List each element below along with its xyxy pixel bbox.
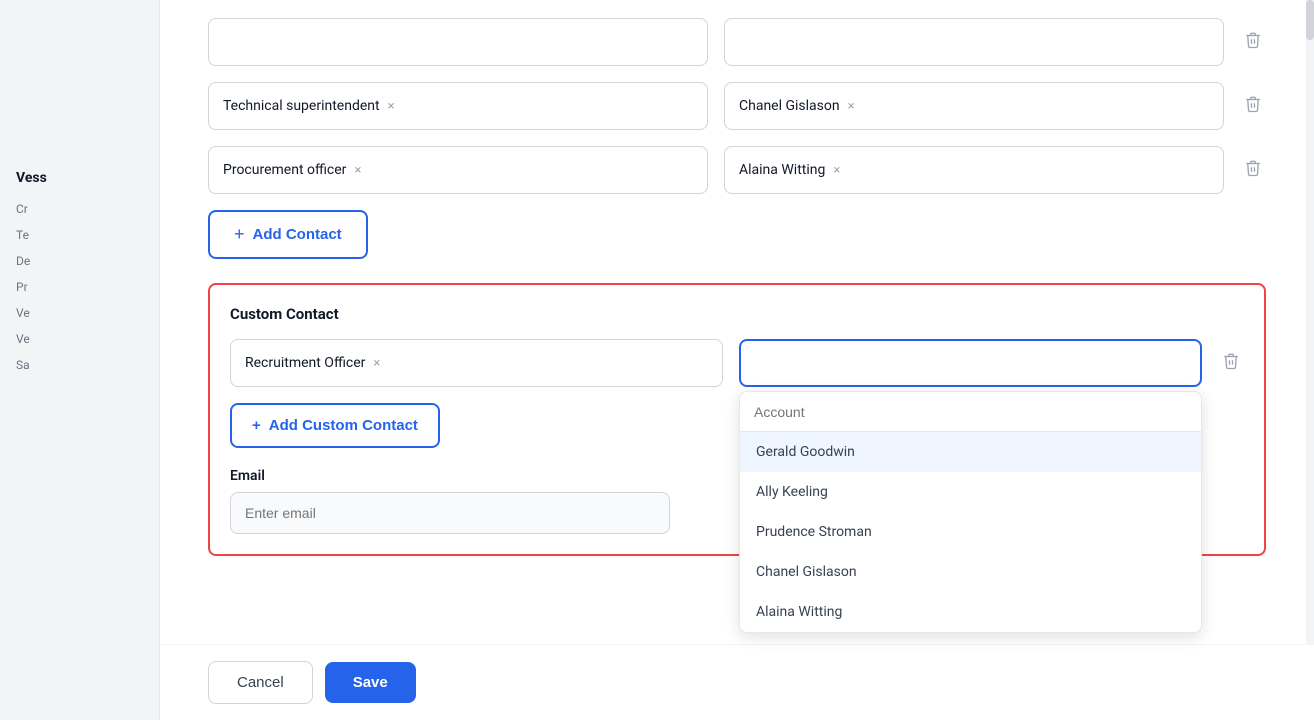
modal-footer: Cancel Save bbox=[160, 644, 1314, 720]
delete-button-custom[interactable] bbox=[1218, 348, 1244, 379]
add-contact-button[interactable]: + Add Contact bbox=[208, 210, 368, 259]
custom-role-remove[interactable]: × bbox=[373, 356, 380, 371]
name-input-procurement[interactable]: Alaina Witting × bbox=[724, 146, 1224, 194]
sidebar-item-de: De bbox=[0, 248, 159, 274]
sidebar-vessel-label: Vess bbox=[0, 160, 159, 196]
plus-icon: + bbox=[234, 224, 245, 245]
sidebar-item-ve1: Ve bbox=[0, 300, 159, 326]
role-remove-technical[interactable]: × bbox=[388, 99, 395, 114]
custom-role-tag: Recruitment Officer × bbox=[245, 355, 380, 371]
name-input-top[interactable] bbox=[724, 18, 1224, 66]
contact-row-top bbox=[208, 18, 1266, 66]
name-tag-technical: Chanel Gislason × bbox=[739, 98, 855, 114]
role-input-procurement[interactable]: Procurement officer × bbox=[208, 146, 708, 194]
save-button[interactable]: Save bbox=[325, 662, 416, 703]
custom-contact-row: Recruitment Officer × Gerald Goodwin All… bbox=[230, 339, 1244, 387]
contact-row-procurement: Procurement officer × Alaina Witting × bbox=[208, 146, 1266, 194]
contact-row-technical: Technical superintendent × Chanel Gislas… bbox=[208, 82, 1266, 130]
contact-dropdown-menu: Gerald Goodwin Ally Keeling Prudence Str… bbox=[739, 391, 1202, 633]
dropdown-search-container bbox=[740, 392, 1201, 432]
role-remove-procurement[interactable]: × bbox=[354, 163, 361, 178]
name-tag-procurement: Alaina Witting × bbox=[739, 162, 840, 178]
custom-contact-section: Custom Contact Recruitment Officer × bbox=[208, 283, 1266, 556]
role-input-top[interactable] bbox=[208, 18, 708, 66]
email-input[interactable] bbox=[230, 492, 670, 534]
add-contact-label: Add Contact bbox=[253, 226, 342, 243]
add-custom-contact-label: Add Custom Contact bbox=[269, 417, 418, 434]
name-remove-technical[interactable]: × bbox=[848, 99, 855, 114]
sidebar-item-sa: Sa bbox=[0, 352, 159, 378]
dropdown-item-1[interactable]: Ally Keeling bbox=[740, 472, 1201, 512]
role-tag-technical: Technical superintendent × bbox=[223, 98, 395, 114]
modal-body: Technical superintendent × Chanel Gislas… bbox=[160, 0, 1314, 556]
sidebar-item-cr: Cr bbox=[0, 196, 159, 222]
dropdown-item-0[interactable]: Gerald Goodwin bbox=[740, 432, 1201, 472]
scrollbar-thumb[interactable] bbox=[1306, 0, 1314, 40]
role-input-technical[interactable]: Technical superintendent × bbox=[208, 82, 708, 130]
custom-name-dropdown-wrapper: Gerald Goodwin Ally Keeling Prudence Str… bbox=[739, 339, 1202, 387]
delete-button-top[interactable] bbox=[1240, 27, 1266, 58]
custom-role-input[interactable]: Recruitment Officer × bbox=[230, 339, 723, 387]
role-tag-procurement: Procurement officer × bbox=[223, 162, 361, 178]
modal-container: Technical superintendent × Chanel Gislas… bbox=[160, 0, 1314, 720]
dropdown-item-3[interactable]: Chanel Gislason bbox=[740, 552, 1201, 592]
custom-name-input[interactable] bbox=[739, 339, 1202, 387]
background-sidebar: Vess Cr Te De Pr Ve Ve Sa bbox=[0, 0, 160, 720]
sidebar-item-te: Te bbox=[0, 222, 159, 248]
dropdown-item-2[interactable]: Prudence Stroman bbox=[740, 512, 1201, 552]
delete-button-procurement[interactable] bbox=[1240, 155, 1266, 186]
dropdown-item-4[interactable]: Alaina Witting bbox=[740, 592, 1201, 632]
delete-button-technical[interactable] bbox=[1240, 91, 1266, 122]
name-remove-procurement[interactable]: × bbox=[833, 163, 840, 178]
sidebar-item-ve2: Ve bbox=[0, 326, 159, 352]
name-input-technical[interactable]: Chanel Gislason × bbox=[724, 82, 1224, 130]
cancel-button[interactable]: Cancel bbox=[208, 661, 313, 704]
add-custom-plus-icon: + bbox=[252, 417, 261, 434]
custom-contact-title: Custom Contact bbox=[230, 305, 1244, 323]
scrollbar-track[interactable] bbox=[1306, 0, 1314, 720]
add-custom-contact-button[interactable]: + Add Custom Contact bbox=[230, 403, 440, 448]
dropdown-search-input[interactable] bbox=[754, 404, 1187, 420]
sidebar-item-pr: Pr bbox=[0, 274, 159, 300]
